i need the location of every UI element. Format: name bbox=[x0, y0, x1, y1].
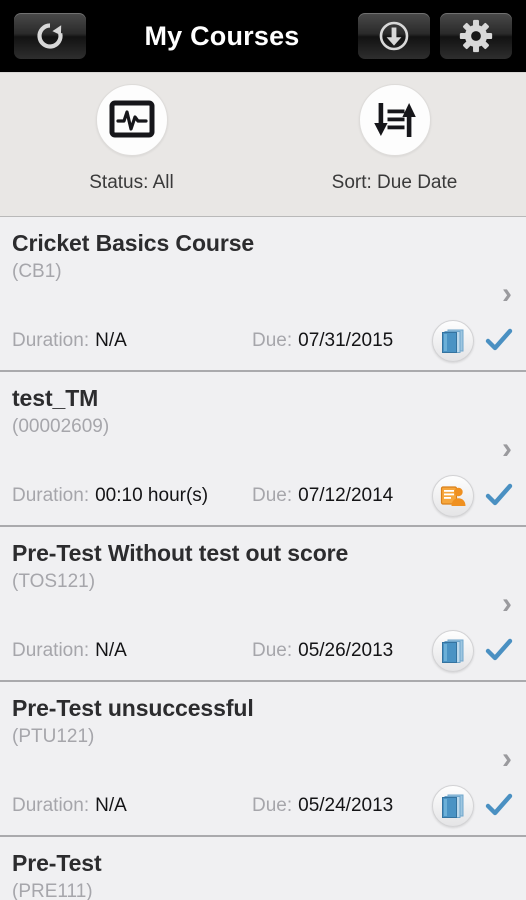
chevron-right-icon[interactable]: › bbox=[502, 589, 512, 619]
monitor-pulse-icon bbox=[109, 100, 154, 138]
settings-button[interactable] bbox=[440, 13, 512, 59]
chevron-right-icon[interactable]: › bbox=[502, 279, 512, 309]
duration-value: 00:10 hour(s) bbox=[95, 485, 209, 506]
course-status-icons bbox=[432, 630, 514, 672]
completed-check-icon bbox=[485, 483, 513, 506]
refresh-icon bbox=[37, 23, 63, 49]
filter-bar: Status: All Sort: Due Date bbox=[0, 72, 526, 217]
course-code: (CB1) bbox=[12, 260, 62, 282]
course-type-badge[interactable] bbox=[432, 475, 474, 517]
due-label: Due: bbox=[252, 795, 293, 816]
due-value: 05/24/2013 bbox=[298, 795, 394, 816]
completed-check-icon bbox=[485, 793, 513, 816]
sort-filter-circle bbox=[358, 84, 431, 156]
course-title: Pre-Test unsuccessful bbox=[12, 696, 254, 721]
course-code: (PTU121) bbox=[12, 725, 95, 747]
duration-label: Duration: bbox=[12, 485, 90, 506]
duration-value: N/A bbox=[95, 640, 127, 661]
app-header: My Courses bbox=[0, 0, 526, 72]
course-row[interactable]: test_TM (00002609) › Duration: 00:10 hou… bbox=[0, 372, 526, 527]
duration-field: Duration: 00:10 hour(s) bbox=[12, 485, 208, 507]
completed-check-icon bbox=[485, 638, 513, 661]
duration-field: Duration: N/A bbox=[12, 795, 127, 817]
duration-field: Duration: N/A bbox=[12, 640, 127, 662]
book-icon bbox=[442, 329, 464, 353]
gear-icon bbox=[459, 19, 493, 53]
due-value: 07/12/2014 bbox=[298, 485, 394, 506]
course-status-icons bbox=[432, 475, 514, 517]
course-title: test_TM bbox=[12, 386, 99, 411]
completed-check-icon bbox=[485, 328, 513, 351]
duration-value: N/A bbox=[95, 330, 127, 351]
duration-value: N/A bbox=[95, 795, 127, 816]
course-type-badge[interactable] bbox=[432, 630, 474, 672]
due-field: Due: 05/26/2013 bbox=[252, 640, 393, 662]
page-title: My Courses bbox=[144, 20, 300, 51]
course-type-badge[interactable] bbox=[432, 785, 474, 827]
course-code: (00002609) bbox=[12, 415, 110, 437]
due-field: Due: 07/12/2014 bbox=[252, 485, 393, 507]
refresh-button[interactable] bbox=[14, 13, 86, 59]
course-meta: Duration: N/A Due: 05/26/2013 bbox=[12, 630, 514, 672]
chevron-right-icon[interactable]: › bbox=[502, 434, 512, 464]
header-actions bbox=[358, 13, 512, 59]
due-field: Due: 05/24/2013 bbox=[252, 795, 393, 817]
duration-field: Duration: N/A bbox=[12, 330, 127, 352]
due-value: 07/31/2015 bbox=[298, 330, 394, 351]
course-row[interactable]: Cricket Basics Course (CB1) › Duration: … bbox=[0, 217, 526, 372]
course-status-icons bbox=[432, 320, 514, 362]
status-filter-label: Status: All bbox=[89, 172, 174, 193]
status-filter-circle bbox=[95, 84, 168, 156]
download-icon bbox=[379, 21, 409, 51]
duration-label: Duration: bbox=[12, 640, 90, 661]
due-field: Due: 07/31/2015 bbox=[252, 330, 393, 352]
course-row[interactable]: Pre-Test (PRE111) bbox=[0, 837, 526, 900]
duration-label: Duration: bbox=[12, 330, 90, 351]
sort-filter-button[interactable]: Sort: Due Date bbox=[263, 84, 526, 194]
sort-filter-label: Sort: Due Date bbox=[331, 172, 458, 193]
sort-arrows-icon bbox=[373, 103, 416, 137]
course-code: (TOS121) bbox=[12, 570, 96, 592]
course-list-screen: My Courses Status: All Sort: Due Date Cr… bbox=[0, 0, 526, 900]
due-label: Due: bbox=[252, 485, 293, 506]
course-code: (PRE111) bbox=[12, 880, 93, 900]
course-row[interactable]: Pre-Test Without test out score (TOS121)… bbox=[0, 527, 526, 682]
course-title: Pre-Test Without test out score bbox=[12, 541, 349, 566]
status-filter-button[interactable]: Status: All bbox=[0, 84, 263, 194]
course-status-icons bbox=[432, 785, 514, 827]
course-list[interactable]: Cricket Basics Course (CB1) › Duration: … bbox=[0, 217, 526, 900]
course-meta: Duration: N/A Due: 07/31/2015 bbox=[12, 320, 514, 362]
course-type-badge[interactable] bbox=[432, 320, 474, 362]
due-label: Due: bbox=[252, 330, 293, 351]
book-icon bbox=[442, 794, 464, 818]
chevron-right-icon[interactable]: › bbox=[502, 744, 512, 774]
duration-label: Duration: bbox=[12, 795, 90, 816]
due-label: Due: bbox=[252, 640, 293, 661]
course-row[interactable]: Pre-Test unsuccessful (PTU121) › Duratio… bbox=[0, 682, 526, 837]
course-meta: Duration: N/A Due: 05/24/2013 bbox=[12, 785, 514, 827]
course-title: Pre-Test bbox=[12, 851, 102, 876]
course-title: Cricket Basics Course bbox=[12, 231, 255, 256]
download-button[interactable] bbox=[358, 13, 430, 59]
book-icon bbox=[442, 639, 464, 663]
due-value: 05/26/2013 bbox=[298, 640, 394, 661]
instructor-led-icon bbox=[440, 486, 466, 506]
course-meta: Duration: 00:10 hour(s) Due: 07/12/2014 bbox=[12, 475, 514, 517]
